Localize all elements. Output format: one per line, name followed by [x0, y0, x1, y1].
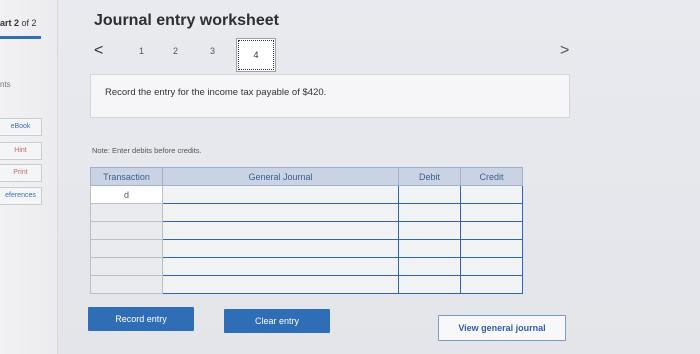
worksheet-frame: art 2 of 2 nts eBook Hint Print eference…: [0, 0, 700, 354]
transaction-cell: [90, 275, 163, 294]
page-tab-2[interactable]: 2: [173, 46, 178, 56]
table-row: [90, 221, 523, 240]
account-input[interactable]: [162, 203, 399, 222]
table-row: d: [90, 185, 523, 204]
part-of-text: of 2: [21, 18, 37, 28]
page-tab-1[interactable]: 1: [139, 46, 144, 56]
part-label-text: art 2: [0, 18, 20, 28]
column-header-debit: Debit: [398, 167, 461, 186]
credit-input[interactable]: [460, 221, 523, 240]
account-input[interactable]: [162, 275, 399, 294]
ebook-button[interactable]: eBook: [0, 118, 42, 136]
page-tab-4-current[interactable]: 4: [236, 38, 276, 72]
clear-entry-button[interactable]: Clear entry: [224, 309, 330, 333]
debit-input[interactable]: [398, 239, 461, 258]
credit-input[interactable]: [460, 203, 523, 222]
account-input[interactable]: [162, 185, 399, 204]
next-page-icon[interactable]: >: [560, 42, 569, 60]
table-row: [90, 239, 523, 258]
debit-input[interactable]: [398, 275, 461, 294]
credit-input[interactable]: [460, 257, 523, 276]
account-input[interactable]: [162, 221, 399, 240]
references-button[interactable]: eferences: [0, 187, 42, 205]
journal-table: Transaction General Journal Debit Credit…: [90, 167, 523, 294]
column-header-credit: Credit: [460, 167, 523, 186]
transaction-cell: d: [90, 185, 163, 204]
credit-input[interactable]: [460, 185, 523, 204]
debit-input[interactable]: [398, 203, 461, 222]
credit-input[interactable]: [460, 275, 523, 294]
table-row: [90, 275, 523, 294]
column-header-general-journal: General Journal: [162, 167, 399, 186]
print-button[interactable]: Print: [0, 164, 42, 182]
debit-input[interactable]: [398, 221, 461, 240]
view-general-journal-button[interactable]: View general journal: [438, 315, 566, 341]
table-row: [90, 203, 523, 222]
part-indicator: art 2 of 2: [0, 18, 37, 28]
hint-button[interactable]: Hint: [0, 142, 42, 160]
instruction-text: Record the entry for the income tax paya…: [105, 87, 327, 98]
debit-input[interactable]: [398, 185, 461, 204]
prev-page-icon[interactable]: <: [94, 42, 103, 60]
part-progress-bar: [0, 36, 41, 39]
instruction-box: Record the entry for the income tax paya…: [90, 74, 570, 118]
transaction-cell: [90, 221, 163, 240]
table-header-row: Transaction General Journal Debit Credit: [90, 167, 523, 186]
column-header-transaction: Transaction: [90, 167, 163, 186]
account-input[interactable]: [162, 257, 399, 276]
debit-input[interactable]: [398, 257, 461, 276]
sidebar: art 2 of 2 nts eBook Hint Print eference…: [0, 0, 58, 354]
page-title: Journal entry worksheet: [94, 12, 279, 29]
transaction-cell: [90, 239, 163, 258]
account-input[interactable]: [162, 239, 399, 258]
transaction-cell: [90, 203, 163, 222]
page-tab-3[interactable]: 3: [210, 46, 215, 56]
table-row: [90, 257, 523, 276]
points-label: nts: [0, 80, 11, 89]
record-entry-button[interactable]: Record entry: [88, 307, 194, 331]
transaction-cell: [90, 257, 163, 276]
note-text: Note: Enter debits before credits.: [92, 146, 202, 155]
credit-input[interactable]: [460, 239, 523, 258]
